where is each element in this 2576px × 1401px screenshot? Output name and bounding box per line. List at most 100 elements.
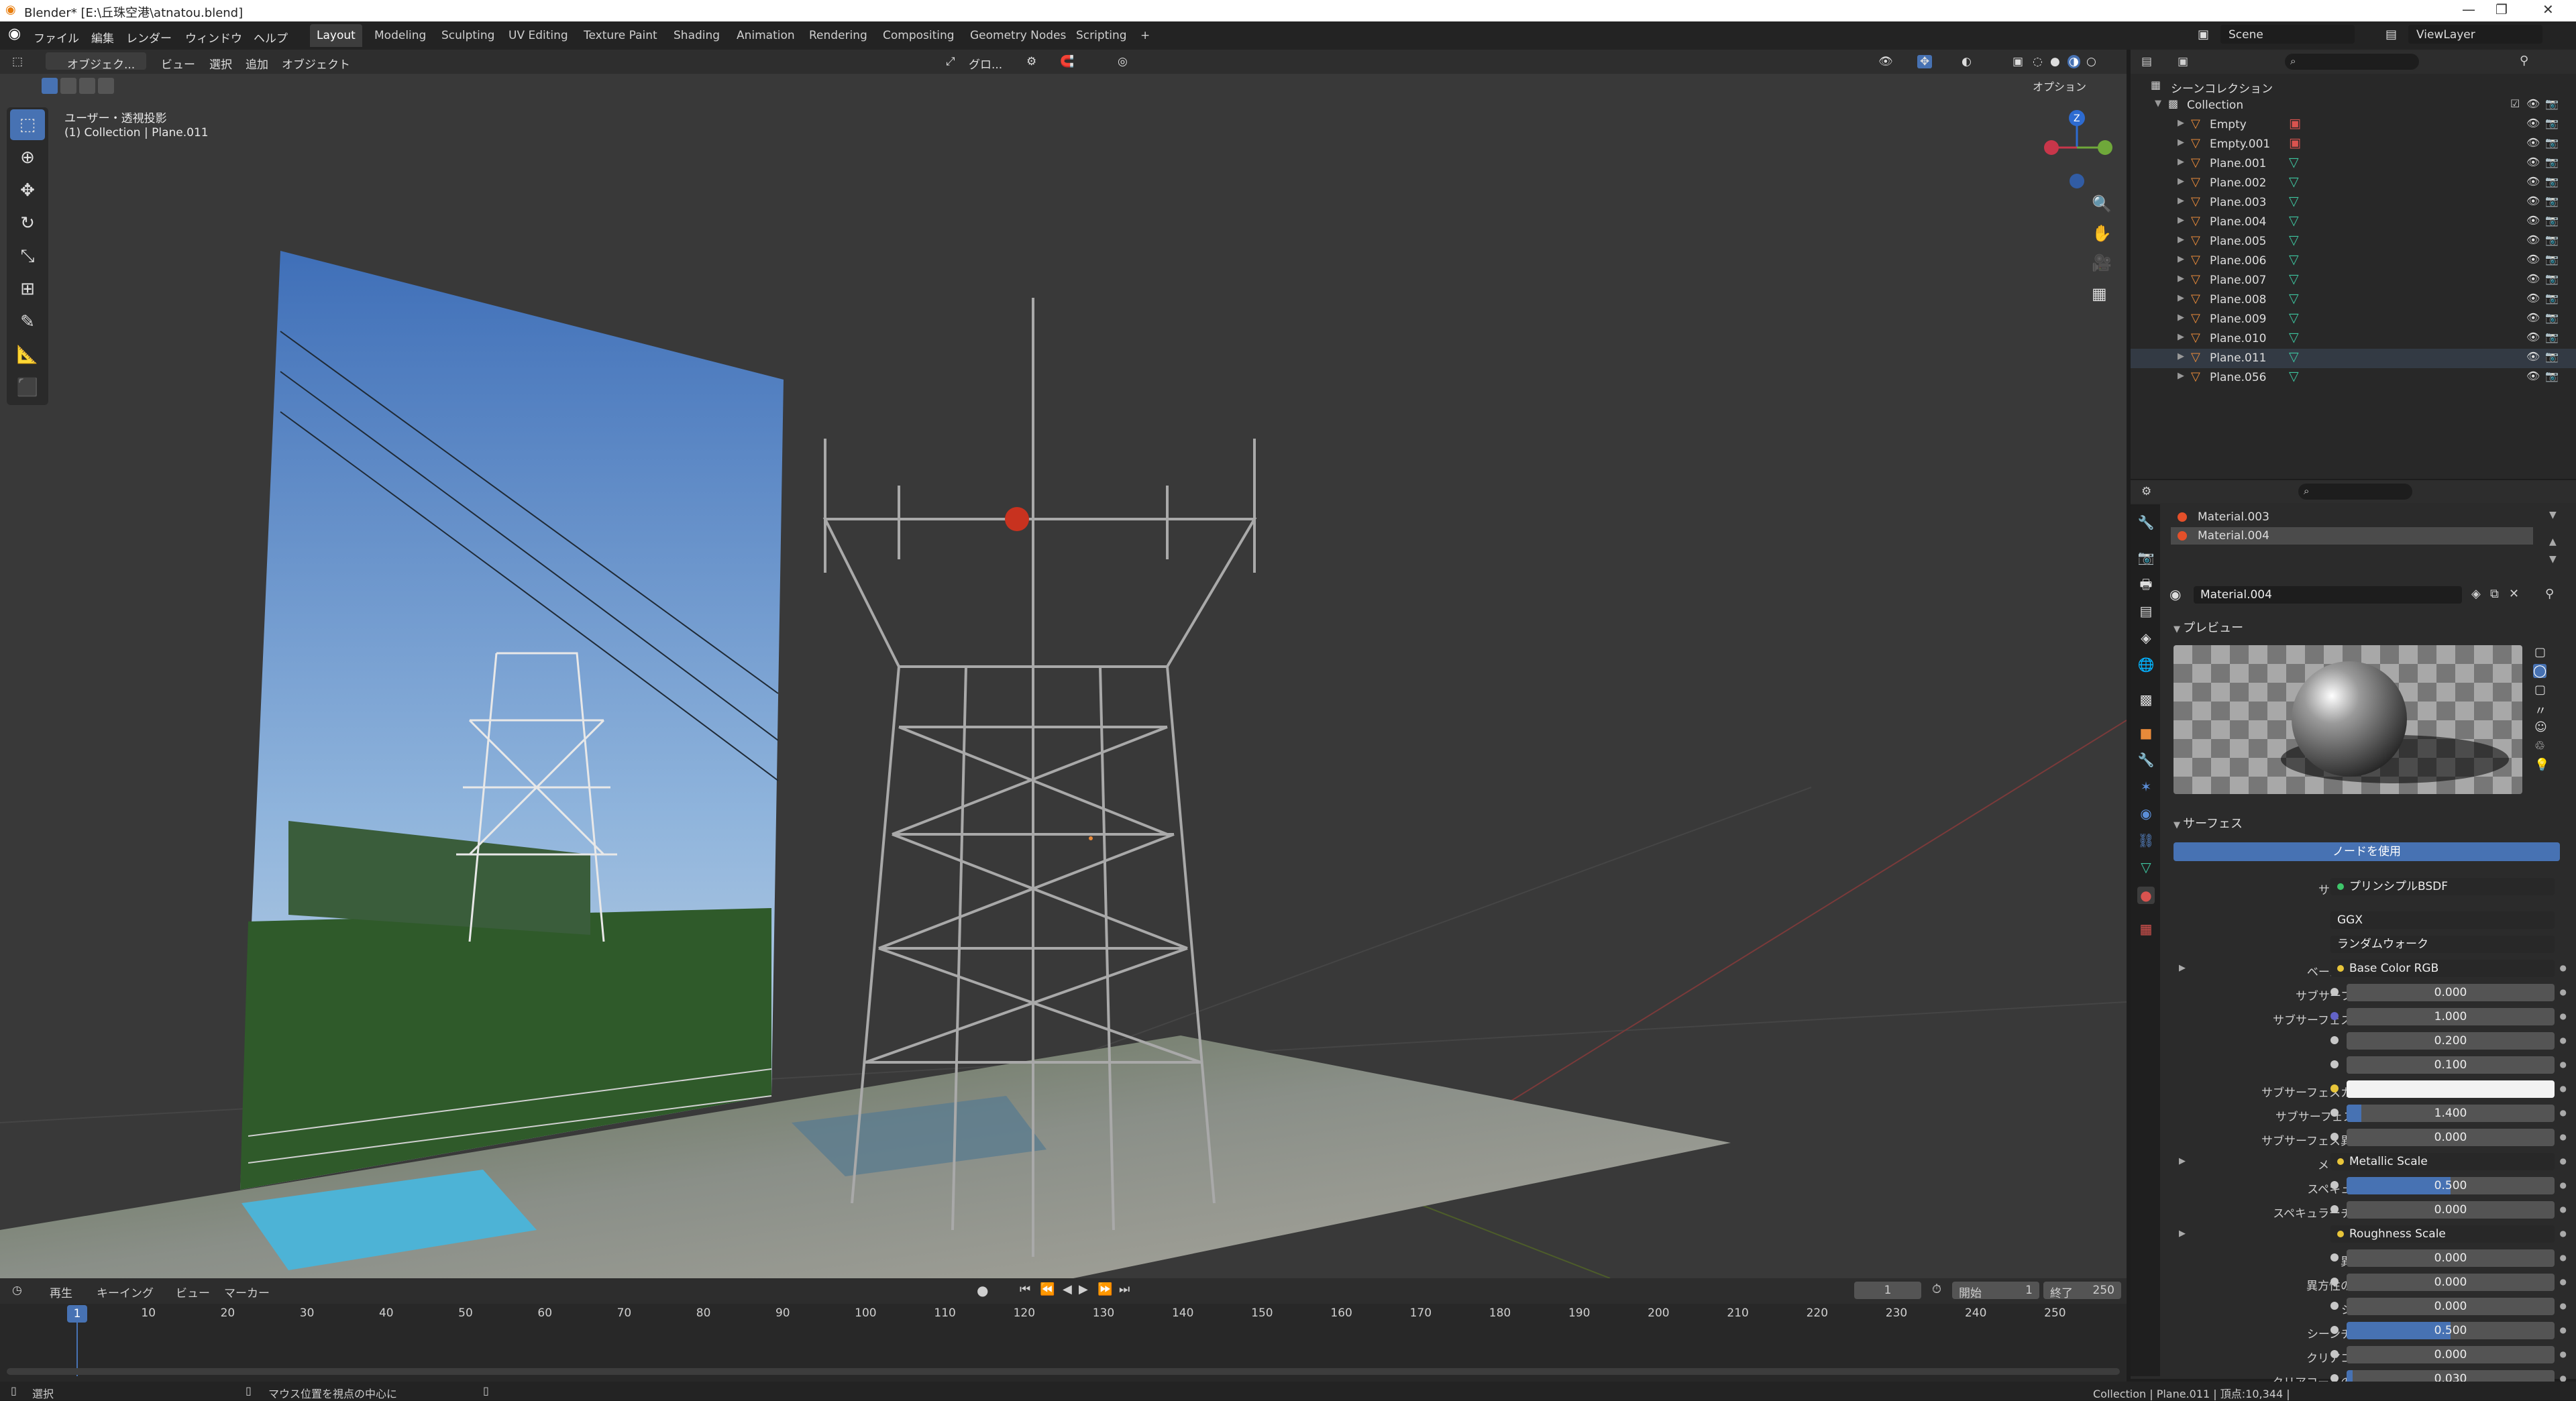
world-tab-icon[interactable]: 🌐 [2137,656,2155,673]
value-slider[interactable]: 0.000 [2347,1346,2555,1363]
outliner-item[interactable]: ▶ ▽ Plane.003 ▽ 👁 📷 [2131,193,2576,213]
tab-rendering[interactable]: Rendering [802,24,874,47]
prev-keyframe-icon[interactable]: ⏪ [1040,1282,1055,1296]
chevron-right-icon[interactable]: ▶ [2179,1156,2186,1166]
select-intersect-icon[interactable] [98,78,114,94]
value-slider[interactable]: 0.000 [2347,1274,2555,1291]
animate-dot-icon[interactable]: ● [2560,1253,2567,1262]
select-new-icon[interactable] [42,78,58,94]
particles-tab-icon[interactable]: ✶ [2137,778,2155,795]
chevron-right-icon[interactable]: ▶ [2178,215,2184,225]
annotate-tool-icon[interactable]: ✎ [10,306,45,337]
socket-icon[interactable] [2330,1060,2339,1068]
slot-down-icon[interactable]: ▼ [2549,554,2557,565]
preview-light-icon[interactable]: 💡 [2534,758,2549,772]
animate-dot-icon[interactable]: ● [2560,1060,2567,1069]
cursor-tool-icon[interactable]: ⊕ [10,142,45,173]
start-frame-field[interactable]: 開始 1 [1952,1282,2039,1300]
material-tab-icon[interactable]: ● [2137,887,2155,904]
add-workspace-button[interactable]: + [1134,24,1157,47]
options-button[interactable]: オプション [2033,78,2086,94]
eye-icon[interactable]: 👁 [2526,97,2540,110]
socket-icon[interactable] [2330,1084,2339,1092]
close-button[interactable]: ✕ [2542,1,2554,17]
move-tool-icon[interactable]: ✥ [10,175,45,206]
tab-animation[interactable]: Animation [730,24,802,47]
record-icon[interactable]: ● [977,1282,988,1298]
value-slider[interactable]: 0.000 [2347,1298,2555,1315]
duplicate-icon[interactable]: ⧉ [2490,587,2499,601]
value-slider[interactable]: 0.500 [2347,1177,2555,1194]
xray-icon[interactable]: ▣ [2012,55,2023,68]
timeline-scrollbar[interactable] [7,1368,2120,1375]
surface-shader-field[interactable]: プリンシプルBSDF [2330,878,2555,895]
animate-dot-icon[interactable]: ● [2560,1156,2567,1166]
solid-shading-icon[interactable]: ● [2050,55,2060,68]
camera-view-icon[interactable]: 🎥 [2092,254,2112,272]
socket-icon[interactable] [2330,1253,2339,1262]
playback-menu[interactable]: 再生 [50,1284,72,1300]
transform-orientation[interactable]: グロ... [969,55,1002,72]
marker-menu[interactable]: マーカー [224,1284,270,1300]
camera-icon[interactable]: 📷 [2545,370,2559,382]
object-menu[interactable]: オブジェクト [282,55,350,72]
outliner-item[interactable]: ▶ ▽ Empty ▣ 👁 📷 [2131,115,2576,135]
tab-compositing[interactable]: Compositing [876,24,961,47]
eye-icon[interactable]: 👁 [2526,136,2540,149]
viewport-3d[interactable] [0,50,2127,1278]
eye-icon[interactable]: 👁 [2526,253,2540,266]
linked-node-field[interactable]: Metallic Scale [2330,1153,2555,1170]
material-browse-icon[interactable]: ◉ [2169,586,2181,602]
camera-icon[interactable]: 📷 [2545,156,2559,168]
timeline-editor-icon[interactable]: ◷ [12,1284,22,1297]
chevron-right-icon[interactable]: ▶ [2178,313,2184,323]
mesh-data-icon[interactable]: ▽ [2289,330,2299,345]
slot-up-icon[interactable]: ▲ [2549,537,2557,547]
menu-file[interactable]: ファイル [34,29,79,46]
outliner-item[interactable]: ▶ ▽ Plane.011 ▽ 👁 📷 [2131,349,2576,368]
animate-dot-icon[interactable]: ● [2560,1132,2567,1141]
tool-tab-icon[interactable]: 🔧 [2137,514,2155,531]
camera-icon[interactable]: 📷 [2545,194,2559,207]
value-slider[interactable]: 0.100 [2347,1056,2555,1074]
eye-icon[interactable]: 👁 [2526,233,2540,246]
camera-icon[interactable]: 📷 [2545,311,2559,324]
texture-tab-icon[interactable]: ▦ [2137,920,2155,938]
surface-section-header[interactable]: ▼ サーフェス [2174,814,2243,832]
socket-icon[interactable] [2330,1012,2339,1020]
display-mode-icon[interactable]: ▣ [2178,55,2188,68]
rotate-tool-icon[interactable]: ↻ [10,208,45,239]
linked-node-field[interactable]: Roughness Scale [2330,1225,2555,1243]
value-slider[interactable]: 0.000 [2347,984,2555,1001]
material-slot-1[interactable]: Material.004 [2171,527,2533,545]
material-slot-0[interactable]: Material.003 [2171,508,2533,526]
eye-icon[interactable]: 👁 [2526,331,2540,343]
value-slider[interactable]: 0.500 [2347,1322,2555,1339]
proportional-edit-icon[interactable]: ◎ [1118,55,1128,68]
tab-texture-paint[interactable]: Texture Paint [577,24,664,47]
eye-icon[interactable]: 👁 [2526,311,2540,324]
select-extend-icon[interactable] [60,78,76,94]
animate-dot-icon[interactable]: ● [2560,1277,2567,1286]
animate-dot-icon[interactable]: ● [2560,1229,2567,1238]
data-tab-icon[interactable]: ▽ [2137,858,2155,876]
view-layer-selector[interactable]: ViewLayer [2408,25,2542,44]
animate-dot-icon[interactable]: ● [2560,1035,2567,1045]
subsurface-method-dropdown[interactable]: ランダムウォーク [2330,936,2555,953]
view-layer-tab-icon[interactable]: ▤ [2137,602,2155,620]
preview-section-header[interactable]: ▼ プレビュー [2174,618,2243,636]
mesh-data-icon[interactable]: ▽ [2289,252,2299,267]
tab-layout[interactable]: Layout [310,24,362,47]
chevron-right-icon[interactable]: ▶ [2178,254,2184,264]
animate-dot-icon[interactable]: ● [2560,1180,2567,1190]
current-frame-field[interactable]: 1 [1854,1282,1921,1299]
socket-icon[interactable] [2330,1278,2339,1286]
eye-icon[interactable]: 👁 [2526,156,2540,168]
menu-render[interactable]: レンダー [126,29,172,46]
value-slider[interactable]: 0.000 [2347,1201,2555,1219]
animate-dot-icon[interactable]: ● [2560,1108,2567,1117]
jump-end-icon[interactable]: ⏭ [1119,1282,1130,1296]
eye-icon[interactable]: 👁 [2526,292,2540,304]
transform-tool-icon[interactable]: ⊞ [10,274,45,304]
scene-selector[interactable]: Scene [2220,25,2355,44]
